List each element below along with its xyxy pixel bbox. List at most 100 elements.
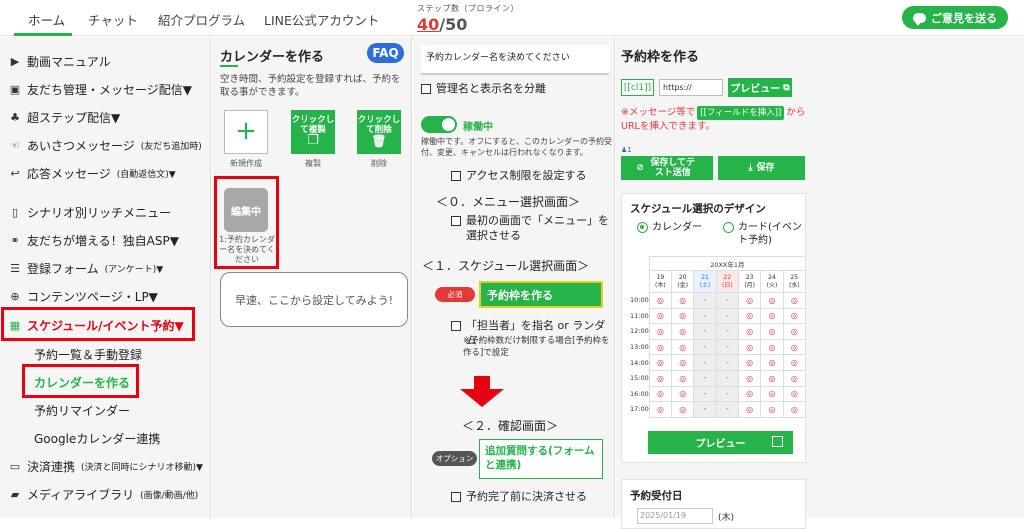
sidebar-item-super-step[interactable]: ♣ 超ステップ配信▼ (9, 109, 120, 126)
new-calendar-button[interactable]: + (224, 110, 268, 154)
unavailable-slot: - (693, 354, 717, 371)
available-slot: ◎ (760, 385, 784, 403)
extra-question-button[interactable]: 追加質問する(フォームと連携) (479, 439, 603, 479)
sidebar-subitem-google-calendar[interactable]: Googleカレンダー連携 (34, 430, 160, 447)
url-preview-button[interactable]: プレビュー ⧉ (728, 78, 792, 97)
status-description: 稼働中です。オフにすると、このカレンダーの予約受付、変更、キャンセルは行われなく… (421, 137, 612, 157)
time-row: 17:00 ◎ ◎ - - ◎ ◎ ◎ (630, 401, 807, 418)
url-insert-note: ※メッセージ等で [[フィールドを挿入]] からURLを挿入できます。 (621, 106, 817, 134)
delete-button[interactable]: クリックして削除 🗑 (357, 110, 401, 154)
required-badge: 必須 (435, 287, 475, 302)
sidebar-item-video-manual[interactable]: ▶ 動画マニュアル (9, 53, 111, 70)
checkbox-icon (421, 84, 431, 94)
month-label: 20XX年1月 (648, 256, 807, 271)
accept-date-weekday: (木) (718, 513, 735, 523)
highlight-calendar-item (214, 176, 279, 269)
available-slot: ◎ (671, 401, 695, 418)
step-counter: ステップ数（プロライン） 40/50 (417, 3, 519, 34)
time-row: 11:00 ◎ ◎ - - ◎ ◎ ◎ (630, 307, 807, 325)
time-row: 10:00 ◎ ◎ - - ◎ ◎ ◎ (630, 292, 807, 309)
check-circle-icon: ⊘ (636, 163, 644, 173)
available-slot: ◎ (648, 385, 673, 403)
sidebar-item-label: シナリオ別リッチメニュー (27, 206, 172, 220)
time-row: 15:00 ◎ ◎ - - ◎ ◎ ◎ (630, 369, 807, 387)
handshake-icon: ⚭ (10, 233, 20, 247)
sidebar-item-note: (友だち追加時) (140, 142, 202, 152)
status-toggle[interactable] (421, 116, 457, 133)
available-slot: ◎ (648, 292, 673, 309)
copy-icon: ❐ (307, 133, 319, 148)
slot-panel: 予約枠を作る [[cl1]] https:// プレビュー ⧉ ※メッセージ等で[… (616, 37, 1024, 529)
person-count-value: 1 (627, 146, 632, 154)
time-header-blank (630, 271, 649, 293)
pay-before-checkbox[interactable]: 予約完了前に決済させる (451, 489, 587, 504)
unavailable-slot: - (715, 338, 739, 356)
day-number: 20 (678, 273, 687, 281)
sidebar-item-auto-reply[interactable]: ↩ 応答メッセージ (自動返信文)▼ (9, 165, 176, 182)
save-button[interactable]: ⤓ 保存 (718, 156, 805, 180)
day-header: 22 (日) (715, 270, 739, 293)
calendar-preview-button[interactable]: プレビュー (648, 431, 793, 454)
sidebar-item-content-page[interactable]: ⊕ コンテンツページ・LP▼ (9, 288, 158, 305)
available-slot: ◎ (782, 323, 807, 340)
time-label: 13:00 (630, 343, 649, 352)
tab-home[interactable]: ホーム (28, 10, 65, 29)
available-slot: ◎ (782, 292, 807, 309)
save-test-button[interactable]: ⊘ 保存してテスト送信 (621, 156, 713, 180)
time-label: 16:00 (630, 389, 649, 398)
sidebar-item-note: (自動返信文)▼ (116, 170, 176, 180)
sidebar-item-payment[interactable]: ▭ 決済連携 (決済と同時にシナリオ移動)▼ (9, 458, 203, 475)
time-label: 14:00 (630, 358, 649, 367)
available-slot: ◎ (671, 354, 695, 371)
tab-line-account[interactable]: LINE公式アカウント (264, 10, 379, 29)
faq-button[interactable]: FAQ (367, 43, 404, 63)
available-slot: ◎ (760, 292, 784, 309)
contact-icon: ▣ (9, 82, 21, 96)
download-icon: ⤓ (748, 163, 753, 173)
active-tab-underline (14, 33, 72, 36)
title-underline (220, 65, 238, 67)
steps-total: 50 (445, 15, 468, 34)
radio-unselected-icon (723, 222, 734, 233)
radio-calendar[interactable]: カレンダー (637, 221, 702, 234)
unavailable-slot: - (693, 307, 717, 325)
sidebar-item-asp[interactable]: ⚭ 友だちが増える！独自ASP▼ (9, 232, 179, 249)
preview-label: プレビュー (695, 439, 746, 450)
slot-panel-title: 予約枠を作る (621, 50, 700, 65)
access-limit-checkbox[interactable]: アクセス制限を設定する (451, 168, 586, 183)
day-header: 21 (土) (693, 270, 717, 293)
available-slot: ◎ (737, 385, 762, 403)
menu-first-checkbox[interactable]: 最初の画面で「メニュー」を選択させる (451, 213, 611, 243)
radio-card[interactable]: カード(イベント予約) (723, 221, 803, 247)
available-slot: ◎ (671, 338, 695, 356)
day-header: 23 (月) (737, 270, 762, 293)
calendar-tag[interactable]: [[cl1]] (621, 79, 654, 96)
unavailable-slot: - (715, 292, 739, 309)
calendar-name-field[interactable]: 予約カレンダー名を決めてください (421, 45, 609, 75)
feedback-button[interactable]: ご意見を送る (902, 6, 1008, 29)
separate-names-checkbox[interactable]: 管理名と表示名を分離 (421, 81, 546, 96)
card-icon: ▭ (9, 459, 21, 473)
sidebar-subitem-reservations[interactable]: 予約一覧＆手動登録 (34, 346, 142, 363)
tab-chat[interactable]: チャット (88, 10, 138, 29)
sidebar-item-form[interactable]: ☰ 登録フォーム (アンケート)▼ (9, 260, 163, 277)
staff-note: ※予約枠数だけ制限する場合[予約枠を作る]で設定 (463, 336, 610, 358)
copy-button[interactable]: クリックして複製 ❐ (291, 110, 335, 154)
available-slot: ◎ (671, 323, 695, 340)
calendar-url-field[interactable]: https:// (659, 79, 723, 96)
sidebar-subitem-reminder[interactable]: 予約リマインダー (34, 402, 130, 419)
tab-referral[interactable]: 紹介プログラム (158, 10, 245, 29)
sidebar-item-greeting[interactable]: ☜ あいさつメッセージ (友だち追加時) (9, 137, 202, 154)
sidebar-item-media[interactable]: ▰ メディアライブラリ (画像/動画/他) (9, 486, 199, 503)
day-weekday: (火) (766, 281, 778, 289)
checkbox-label: 最初の画面で「メニュー」を選択させる (466, 214, 609, 242)
status-label: 稼働中 (463, 122, 493, 133)
create-slot-button[interactable]: 予約枠を作る (479, 281, 603, 308)
sidebar-item-rich-menu[interactable]: ▯ シナリオ別リッチメニュー (9, 204, 171, 221)
available-slot: ◎ (648, 354, 673, 371)
hand-icon: ☜ (10, 138, 20, 152)
accept-date-input[interactable]: 2025/01/19 (637, 508, 713, 524)
unavailable-slot: - (693, 292, 717, 309)
sidebar-item-friends[interactable]: ▣ 友だち管理・メッセージ配信▼ (9, 81, 192, 98)
accept-date-card: 予約受付日 2025/01/19 (木) (621, 479, 806, 529)
